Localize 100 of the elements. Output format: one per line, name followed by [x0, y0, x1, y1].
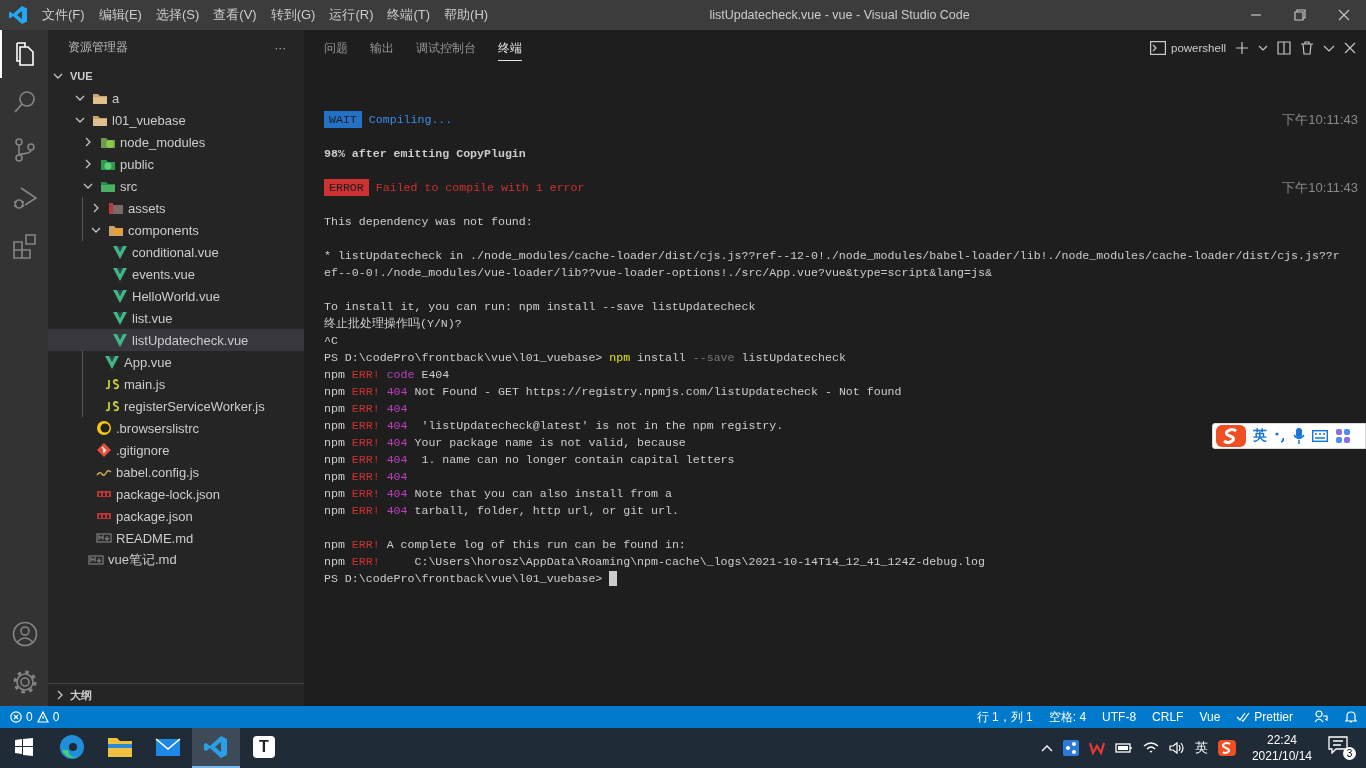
- search-icon[interactable]: [12, 89, 38, 115]
- terminal-text: ERR!: [351, 537, 380, 553]
- tree-item[interactable]: App.vue: [48, 351, 304, 373]
- terminal-text: npm: [609, 350, 631, 366]
- wifi-icon[interactable]: [1142, 741, 1159, 755]
- share-app-icon[interactable]: [1062, 740, 1079, 756]
- tree-item[interactable]: listUpdatecheck.vue: [48, 329, 304, 351]
- battery-icon[interactable]: [1114, 742, 1133, 754]
- panel-tab[interactable]: 问题: [324, 34, 348, 61]
- terminal-text: ERR!: [351, 469, 380, 485]
- tree-item[interactable]: list.vue: [48, 307, 304, 329]
- terminal-text: Not Found - GET https://registry.npmjs.com/listUpdatecheck - Not found: [413, 384, 902, 400]
- status-item[interactable]: 空格: 4: [1048, 708, 1087, 726]
- terminal-icon: [1150, 40, 1166, 55]
- terminal-text: 404: [385, 418, 408, 434]
- settings-icon[interactable]: [12, 669, 38, 695]
- tree-item[interactable]: main.js: [48, 373, 304, 395]
- tree-item[interactable]: conditional.vue: [48, 241, 304, 263]
- menu-item[interactable]: 文件(F): [35, 0, 92, 30]
- terminal-text: 终止批处理操作吗(Y/N)?: [324, 316, 462, 332]
- menu-item[interactable]: 选择(S): [148, 0, 207, 30]
- tree-item[interactable]: node_modules: [48, 131, 304, 153]
- input-mode[interactable]: 英: [1253, 427, 1267, 445]
- terminal-text: npm: [324, 554, 346, 570]
- extensions-icon[interactable]: [12, 233, 38, 259]
- tree-item[interactable]: src: [48, 175, 304, 197]
- tree-item[interactable]: HelloWorld.vue: [48, 285, 304, 307]
- feedback-icon[interactable]: [1314, 710, 1328, 724]
- warning-icon: [36, 711, 49, 723]
- menu-item[interactable]: 终端(T): [380, 0, 438, 30]
- file-name: main.js: [124, 376, 166, 392]
- tree-item[interactable]: .gitignore: [48, 439, 304, 461]
- terminal-text: ERR!: [351, 486, 380, 502]
- status-item[interactable]: 行 1，列 1: [976, 708, 1033, 726]
- volume-icon[interactable]: [1168, 741, 1185, 755]
- source-control-icon[interactable]: [12, 137, 38, 163]
- file-name: src: [120, 178, 138, 194]
- double-check-icon: [1236, 712, 1251, 722]
- tree-item[interactable]: README.md: [48, 527, 304, 549]
- split-icon[interactable]: [1277, 40, 1291, 55]
- git-icon: [96, 442, 112, 458]
- problems-button[interactable]: 0 0: [10, 710, 60, 724]
- status-item[interactable]: UTF-8: [1102, 710, 1137, 724]
- menu-item[interactable]: 帮助(H): [437, 0, 496, 30]
- plus-icon[interactable]: [1235, 40, 1249, 55]
- bell-icon[interactable]: [1344, 710, 1358, 724]
- terminal-text: Compiling...: [367, 112, 453, 128]
- run-debug-icon[interactable]: [12, 185, 38, 211]
- terminal-text: 404: [385, 503, 408, 519]
- terminal-text: C:\Users\horosz\AppData\Roaming\npm-cache\_logs\2021-10-14T14_12_41_124Z-debug.log: [413, 554, 985, 570]
- panel-tab[interactable]: 终端: [498, 34, 522, 61]
- status-item[interactable]: Vue: [1199, 710, 1221, 724]
- file-name: README.md: [116, 530, 194, 546]
- panel-tab[interactable]: 输出: [370, 34, 394, 61]
- sogou-icon[interactable]: [1217, 740, 1236, 756]
- typora-app-button[interactable]: T: [240, 728, 288, 768]
- workspace-section-header[interactable]: VUE: [48, 65, 304, 87]
- close-icon[interactable]: [1344, 41, 1356, 54]
- terminal-text: Your package name is not valid, because: [413, 435, 686, 451]
- tree-item[interactable]: public: [48, 153, 304, 175]
- tree-item[interactable]: package-lock.json: [48, 483, 304, 505]
- chevron-up-icon[interactable]: [1040, 744, 1053, 752]
- terminal-text: E404: [420, 367, 450, 383]
- tree-item[interactable]: vue笔记.md: [48, 549, 304, 571]
- terminal-text: PS D:\codePro\frontback\vue\l01_vuebase>: [324, 350, 604, 366]
- file-name: public: [120, 156, 154, 172]
- trash-icon[interactable]: [1300, 40, 1314, 55]
- prettier-status[interactable]: Prettier: [1236, 710, 1293, 724]
- tree-item[interactable]: package.json: [48, 505, 304, 527]
- microphone-icon: [1293, 428, 1305, 444]
- tree-item[interactable]: events.vue: [48, 263, 304, 285]
- js-icon: [104, 398, 120, 414]
- tree-item[interactable]: registerServiceWorker.js: [48, 395, 304, 417]
- terminal-text: 404: [385, 435, 408, 451]
- panel-tab[interactable]: 调试控制台: [416, 34, 476, 61]
- menu-item[interactable]: 编辑(E): [91, 0, 149, 30]
- menu-item[interactable]: 转到(G): [263, 0, 323, 30]
- file-name: l01_vuebase: [112, 112, 186, 128]
- terminal-text: listUpdatecheck: [740, 350, 846, 366]
- tree-item[interactable]: babel.config.js: [48, 461, 304, 483]
- menu-item[interactable]: 运行(R): [322, 0, 381, 30]
- more-actions-button[interactable]: ···: [274, 41, 286, 54]
- terminal-text: ERR!: [351, 367, 380, 383]
- input-mode-indicator[interactable]: 英: [1194, 739, 1208, 757]
- terminal-text: 404: [385, 452, 408, 468]
- tree-item[interactable]: .browserslistrc: [48, 417, 304, 439]
- window-title: listUpdatecheck.vue - vue - Visual Studio Code: [708, 8, 971, 22]
- taskbar-clock[interactable]: 22:24 2021/10/14: [1245, 732, 1318, 764]
- notification-center-button[interactable]: 3: [1328, 736, 1356, 760]
- tree-item[interactable]: a: [48, 87, 304, 109]
- tree-item[interactable]: l01_vuebase: [48, 109, 304, 131]
- office-app-icon[interactable]: [1088, 741, 1105, 755]
- menu-item[interactable]: 查看(V): [206, 0, 264, 30]
- vue-icon: [112, 288, 128, 304]
- account-icon[interactable]: [12, 621, 38, 647]
- tree-item[interactable]: assets: [48, 197, 304, 219]
- tree-item[interactable]: components: [48, 219, 304, 241]
- status-item[interactable]: CRLF: [1152, 710, 1184, 724]
- file-name: .gitignore: [116, 442, 170, 458]
- terminal-selector[interactable]: powershell: [1150, 40, 1226, 55]
